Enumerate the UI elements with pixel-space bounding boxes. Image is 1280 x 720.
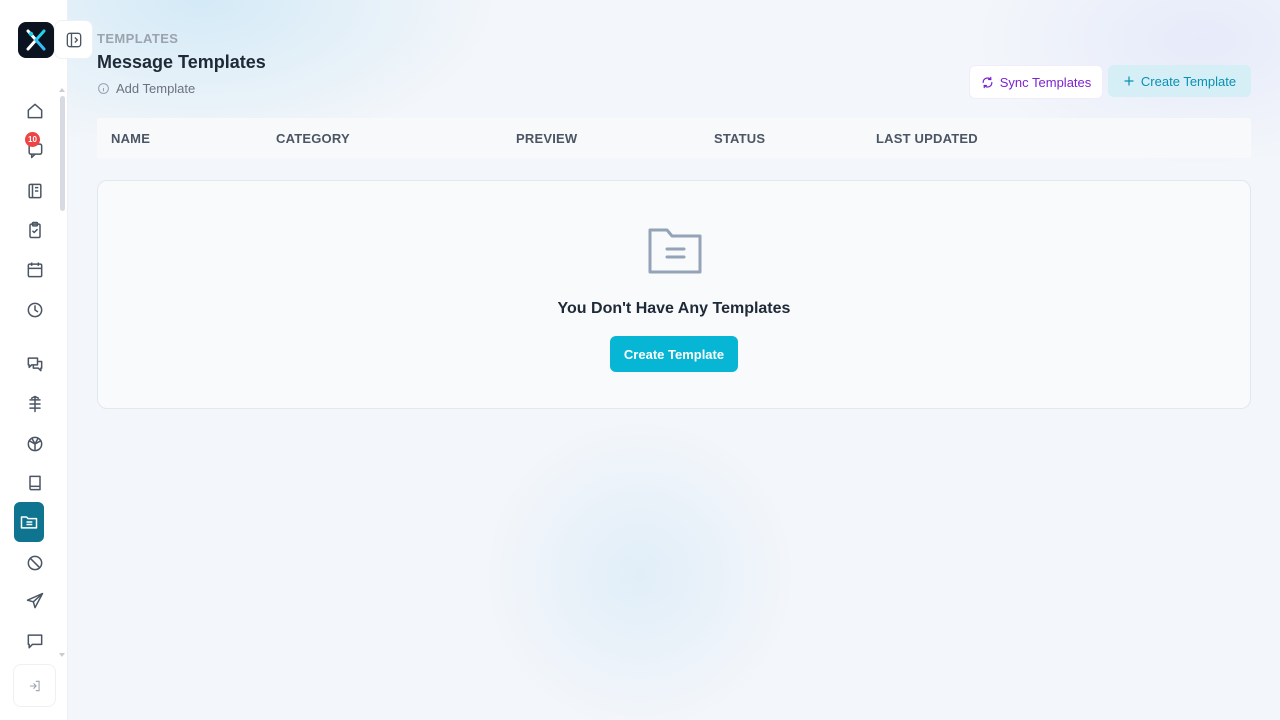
column-header-preview[interactable]: PREVIEW	[516, 131, 577, 146]
scroll-up-arrow[interactable]	[59, 88, 65, 92]
sidebar-item-templates[interactable]	[14, 502, 44, 542]
sidebar-item-blocked[interactable]	[15, 543, 55, 583]
column-header-category[interactable]: CATEGORY	[276, 131, 350, 146]
column-header-name[interactable]: NAME	[111, 131, 150, 146]
templates-folder-icon	[20, 516, 38, 529]
sidebar-item-conversations[interactable]	[15, 344, 55, 384]
breadcrumb: TEMPLATES	[97, 31, 179, 46]
sidebar: 10	[0, 0, 68, 720]
add-template-hint: Add Template	[97, 81, 195, 96]
sidebar-item-messages[interactable]	[15, 621, 55, 661]
sidebar-item-tasks[interactable]	[15, 210, 55, 250]
calendar-icon	[27, 262, 43, 278]
column-header-status[interactable]: STATUS	[714, 131, 765, 146]
sidebar-scrollbar[interactable]	[60, 96, 65, 211]
logout-icon	[29, 680, 40, 691]
clipboard-check-icon	[29, 221, 41, 239]
sidebar-item-history[interactable]	[15, 290, 55, 330]
sidebar-item-calendar[interactable]	[15, 250, 55, 290]
home-icon	[27, 103, 43, 119]
templates-table-header: NAME CATEGORY PREVIEW STATUS LAST UPDATE…	[97, 118, 1251, 158]
logo-icon	[26, 29, 46, 51]
sync-templates-button[interactable]: Sync Templates	[969, 65, 1103, 99]
send-icon	[26, 592, 44, 609]
empty-state-create-template-button[interactable]: Create Template	[610, 336, 738, 372]
sidebar-item-home[interactable]	[15, 91, 55, 131]
app-logo[interactable]	[18, 22, 54, 58]
chat-icon	[27, 357, 43, 372]
sidebar-item-notebook[interactable]	[15, 171, 55, 211]
block-icon	[27, 555, 43, 571]
sidebar-toggle-button[interactable]	[54, 20, 93, 59]
add-template-hint-text: Add Template	[116, 81, 196, 96]
sync-icon	[982, 76, 993, 88]
create-template-label: Create Template	[1140, 73, 1237, 89]
plus-icon	[1124, 76, 1134, 86]
empty-folder-icon	[648, 228, 702, 274]
scroll-down-arrow[interactable]	[59, 653, 65, 657]
clock-icon	[27, 302, 43, 318]
empty-state-card: You Don't Have Any Templates Create Temp…	[97, 180, 1251, 409]
sidebar-item-knowledge[interactable]	[15, 463, 55, 503]
notification-badge: 10	[25, 132, 40, 147]
page-title: Message Templates	[97, 52, 266, 72]
create-template-button[interactable]: Create Template	[1108, 65, 1251, 97]
cube-icon	[27, 436, 43, 452]
empty-state-title: You Don't Have Any Templates	[557, 300, 791, 317]
info-icon	[98, 83, 109, 94]
sidebar-item-integrations[interactable]	[15, 424, 55, 464]
split-icon	[29, 395, 41, 413]
sync-templates-label: Sync Templates	[999, 74, 1092, 90]
book-icon	[29, 475, 41, 491]
sidebar-collapse-icon	[66, 32, 81, 47]
message-icon	[27, 634, 43, 649]
column-header-last-updated[interactable]: LAST UPDATED	[876, 131, 978, 146]
sidebar-item-notifications[interactable]: 10	[15, 130, 55, 170]
notebook-icon	[28, 183, 42, 199]
sidebar-item-broadcast[interactable]	[15, 581, 55, 621]
sidebar-item-flows[interactable]	[15, 384, 55, 424]
logout-button[interactable]	[13, 664, 56, 707]
